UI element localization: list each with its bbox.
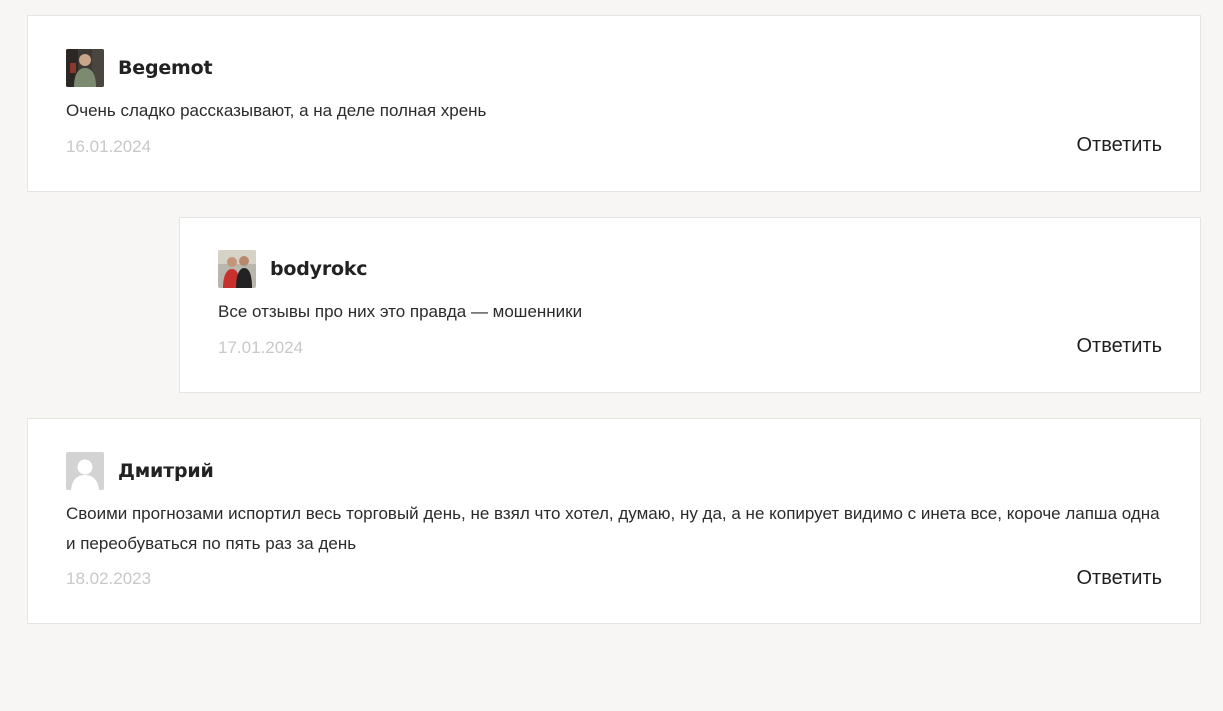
comment-text: Очень сладко рассказывают, а на деле пол… [66, 101, 487, 120]
comment-card: Begemot Очень сладко рассказывают, а на … [27, 15, 1201, 192]
comment-header: Begemot [66, 49, 213, 87]
reply-button[interactable]: Ответить [1077, 335, 1163, 358]
comment-card-reply: bodyrokc Все отзывы про них это правда —… [179, 217, 1201, 393]
comment-text: Все отзывы про них это правда — мошенник… [218, 302, 583, 321]
photo-avatar-icon [66, 49, 104, 87]
comment-header: bodyrokc [218, 250, 368, 288]
reply-button[interactable]: Ответить [1077, 134, 1163, 157]
comment-text: Своими прогнозами испортил весь торговый… [66, 504, 1160, 553]
comment-header: Дмитрий [66, 452, 214, 490]
comment-date: 16.01.2024 [66, 137, 152, 156]
comment-date: 18.02.2023 [66, 569, 152, 588]
photo-avatar-icon [218, 250, 256, 288]
reply-button[interactable]: Ответить [1077, 567, 1163, 590]
comment-date: 17.01.2024 [218, 338, 304, 357]
comment-author: bodyrokc [270, 258, 368, 280]
comment-author: Дмитрий [118, 460, 214, 482]
comment-card: Дмитрий Своими прогнозами испортил весь … [27, 418, 1201, 624]
default-user-avatar-icon [66, 452, 104, 490]
comment-author: Begemot [118, 57, 213, 79]
